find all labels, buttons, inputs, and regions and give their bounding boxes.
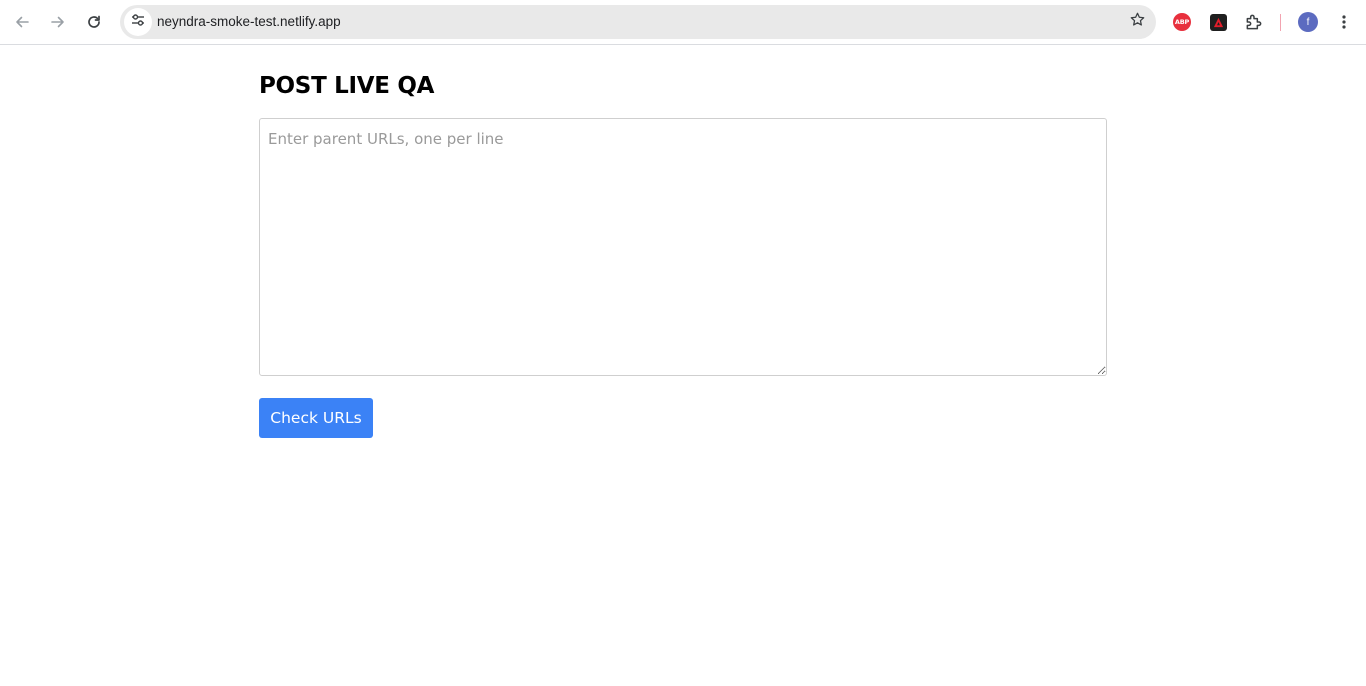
adblock-plus-icon: ABP bbox=[1173, 13, 1191, 31]
arrow-left-icon bbox=[14, 14, 30, 30]
more-vert-icon bbox=[1336, 14, 1352, 30]
toolbar-divider bbox=[1280, 14, 1281, 31]
arrow-right-icon bbox=[50, 14, 66, 30]
avatar: f bbox=[1298, 12, 1318, 32]
address-url[interactable]: neyndra-smoke-test.netlify.app bbox=[157, 14, 341, 29]
parent-urls-textarea[interactable] bbox=[259, 118, 1107, 376]
tune-icon bbox=[130, 12, 146, 33]
red-triangle-extension-icon bbox=[1209, 13, 1227, 31]
forward-button[interactable] bbox=[42, 6, 74, 38]
back-button[interactable] bbox=[6, 6, 38, 38]
profile-button[interactable]: f bbox=[1292, 6, 1324, 38]
browser-menu-button[interactable] bbox=[1328, 6, 1360, 38]
reload-button[interactable] bbox=[78, 6, 110, 38]
red-extension-button[interactable] bbox=[1202, 6, 1234, 38]
site-info-button[interactable] bbox=[124, 8, 152, 36]
puzzle-icon bbox=[1244, 12, 1264, 32]
star-icon bbox=[1129, 11, 1146, 33]
adblock-plus-extension-button[interactable]: ABP bbox=[1166, 6, 1198, 38]
reload-icon bbox=[86, 14, 102, 30]
extensions-button[interactable] bbox=[1238, 6, 1270, 38]
check-urls-button[interactable]: Check URLs bbox=[259, 398, 373, 438]
adblock-plus-label: ABP bbox=[1174, 18, 1190, 26]
bookmark-button[interactable] bbox=[1124, 9, 1150, 35]
page-title: POST LIVE QA bbox=[259, 73, 435, 99]
address-bar[interactable]: neyndra-smoke-test.netlify.app bbox=[120, 5, 1156, 39]
avatar-initial: f bbox=[1306, 16, 1310, 28]
browser-toolbar: neyndra-smoke-test.netlify.app ABP f bbox=[0, 0, 1366, 45]
